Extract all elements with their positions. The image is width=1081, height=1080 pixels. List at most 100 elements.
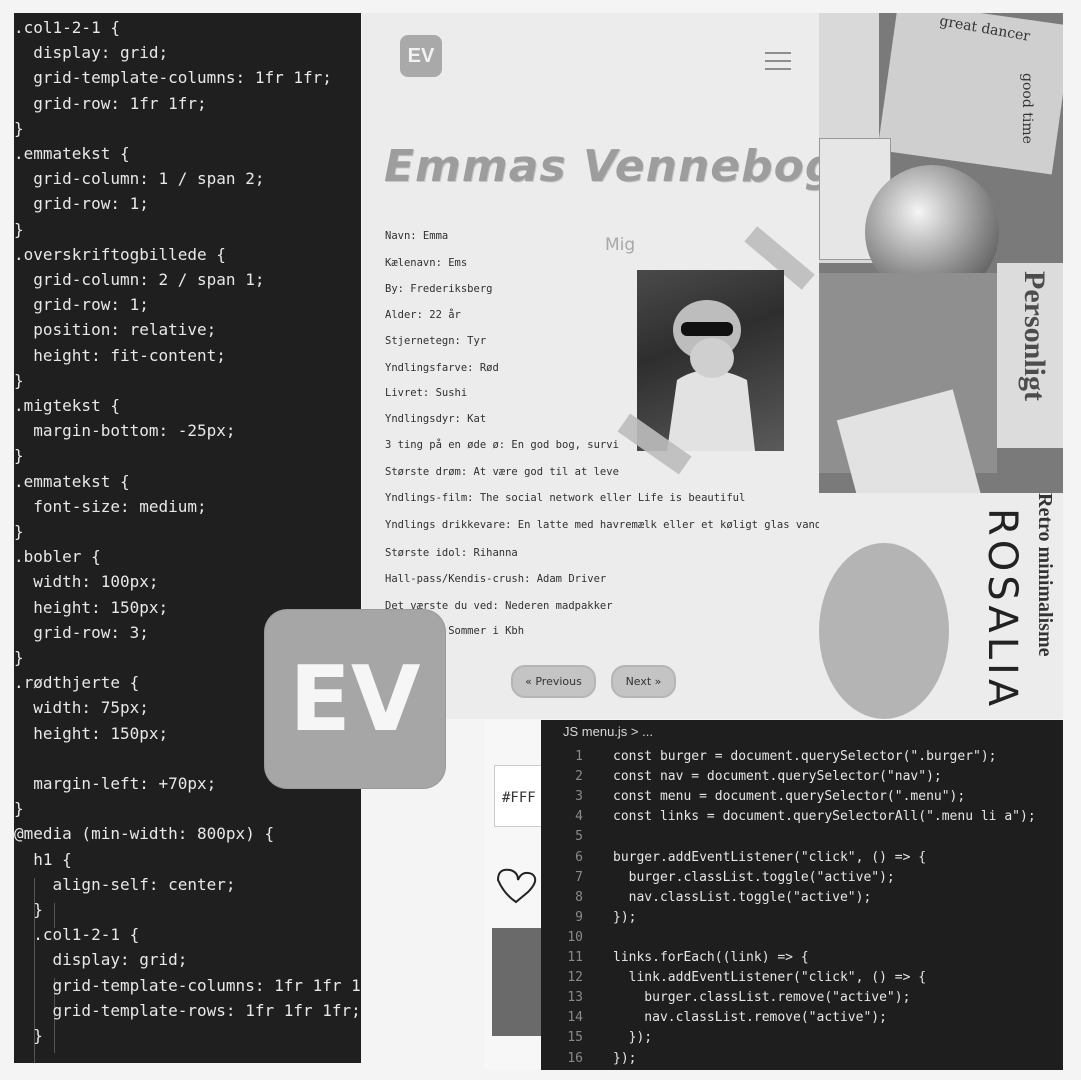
- personligt-label: Personligt: [1018, 271, 1051, 401]
- profile-field: Alder: 22 år: [385, 309, 461, 321]
- js-code-line[interactable]: 10: [541, 928, 613, 948]
- rosalia-text: ROSALIA: [979, 508, 1025, 711]
- css-code-line[interactable]: display: grid;: [14, 947, 188, 972]
- line-number: 11: [567, 950, 583, 965]
- css-code-line[interactable]: height: 150px;: [14, 721, 168, 746]
- css-code-line[interactable]: .col1-2-1 {: [14, 922, 139, 947]
- css-code-line[interactable]: height: fit-content;: [14, 343, 226, 368]
- line-number: 6: [575, 849, 583, 865]
- css-code-line[interactable]: font-size: medium;: [14, 494, 206, 519]
- burger-menu-icon[interactable]: [765, 52, 791, 72]
- js-code-line[interactable]: 3 const menu = document.querySelector(".m…: [541, 787, 965, 807]
- css-editor-panel: .col1-2-1 { display: grid; grid-template…: [14, 13, 361, 1063]
- css-code-line[interactable]: grid-column: 2 / span 1;: [14, 267, 264, 292]
- code-text: const burger = document.querySelector(".…: [613, 749, 997, 764]
- css-code-line[interactable]: @media (min-width: 800px) {: [14, 821, 274, 846]
- profile-field: Yndlingsdyr: Kat: [385, 413, 487, 425]
- js-code-line[interactable]: 12 link.addEventListener("click", () => …: [541, 968, 926, 988]
- css-code-line[interactable]: grid-row: 1;: [14, 191, 149, 216]
- css-code-line[interactable]: grid-column: 1 / span 2;: [14, 166, 264, 191]
- css-code-line[interactable]: align-self: center;: [14, 872, 236, 897]
- js-code-line[interactable]: 7 burger.classList.toggle("active");: [541, 868, 895, 888]
- css-code-line[interactable]: grid-template-columns: 1fr 1fr 1fr 1fr;: [14, 973, 361, 998]
- css-code-line[interactable]: .bobler {: [14, 544, 101, 569]
- css-code-line[interactable]: }: [14, 897, 43, 922]
- mig-label: Mig: [605, 235, 636, 255]
- css-code-line[interactable]: }: [14, 1023, 43, 1048]
- css-code-line[interactable]: width: 75px;: [14, 695, 149, 720]
- site-logo[interactable]: EV: [400, 35, 442, 77]
- profile-field: Livret: Sushi: [385, 387, 468, 399]
- css-code-line[interactable]: }: [14, 645, 24, 670]
- css-code-line[interactable]: position: relative;: [14, 317, 216, 342]
- js-code-line[interactable]: 15 });: [541, 1028, 652, 1048]
- css-code-line[interactable]: grid-row: 1;: [14, 292, 149, 317]
- next-button[interactable]: Next »: [611, 665, 676, 698]
- js-code-line[interactable]: 13 burger.classList.remove("active");: [541, 988, 910, 1008]
- heart-doodle-icon: [496, 868, 537, 904]
- good-times-text: good time: [1019, 73, 1035, 144]
- hex-value: #FFF: [502, 790, 536, 806]
- retro-minimalisme-label: Retro minimalisme: [1034, 493, 1056, 657]
- css-code-line[interactable]: grid-row: 1fr 1fr;: [14, 91, 206, 116]
- code-text: burger.addEventListener("click", () => {: [613, 849, 927, 865]
- profile-field: Hall-pass/Kendis-crush: Adam Driver: [385, 573, 607, 585]
- profile-field: Stjernetegn: Tyr: [385, 335, 487, 347]
- file-breadcrumb[interactable]: JS menu.js > ...: [563, 724, 653, 739]
- profile-field: Yndlings-film: The social network eller …: [385, 492, 746, 504]
- profile-field: Navn: Emma: [385, 230, 449, 242]
- css-code-line[interactable]: grid-row: 3;: [14, 620, 149, 645]
- css-code-line[interactable]: .rødthjerte {: [14, 670, 139, 695]
- code-text: });: [613, 1050, 637, 1066]
- css-code-line[interactable]: height: 150px;: [14, 595, 168, 620]
- profile-field: Største drøm: At være god til at leve: [385, 466, 619, 478]
- line-number: 15: [567, 1030, 583, 1046]
- line-number: 3: [575, 789, 583, 805]
- line-number: 8: [575, 889, 583, 905]
- line-number: 9: [575, 909, 583, 925]
- profile-field: Yndlings drikkevare: En latte med havrem…: [385, 519, 819, 531]
- js-code-line[interactable]: 8 nav.classList.toggle("active");: [541, 888, 871, 908]
- css-code-line[interactable]: .overskriftogbillede {: [14, 242, 226, 267]
- css-code-line[interactable]: }: [14, 796, 24, 821]
- js-code-line[interactable]: 5: [541, 827, 613, 847]
- code-text: burger.classList.remove("active");: [613, 990, 911, 1006]
- js-code-line[interactable]: 14 nav.classList.remove("active");: [541, 1008, 887, 1028]
- css-code-line[interactable]: }: [14, 519, 24, 544]
- js-code-line[interactable]: 9});: [541, 908, 636, 928]
- css-code-line[interactable]: .col1-2-1 {: [14, 15, 120, 40]
- js-code-line[interactable]: 6 burger.addEventListener("click", () => …: [541, 848, 926, 868]
- css-code-line[interactable]: display: grid;: [14, 40, 168, 65]
- css-code-line[interactable]: .emmatekst {: [14, 469, 130, 494]
- js-code-line[interactable]: 2 const nav = document.querySelector("nav…: [541, 767, 942, 787]
- js-code-line[interactable]: 1 const burger = document.querySelector("…: [541, 747, 997, 767]
- css-code-line[interactable]: margin-left: +70px;: [14, 771, 216, 796]
- css-code-line[interactable]: }: [14, 443, 24, 468]
- css-code-line[interactable]: h1 {: [14, 847, 72, 872]
- css-code-line[interactable]: .migtekst {: [14, 393, 120, 418]
- css-code-line[interactable]: }: [14, 217, 24, 242]
- css-code-line[interactable]: grid-template-rows: 1fr 1fr 1fr;: [14, 998, 361, 1023]
- js-code-line[interactable]: 4 const links = document.querySelectorAll…: [541, 807, 1035, 827]
- css-code-line[interactable]: margin-bottom: -25px;: [14, 418, 235, 443]
- css-code-line[interactable]: }: [14, 116, 24, 141]
- css-code-line[interactable]: .emmatekst {: [14, 141, 130, 166]
- moodboard-collage: great dancer good time Personligt ROSALI…: [819, 13, 1063, 719]
- previous-button[interactable]: « Previous: [511, 665, 596, 698]
- color-swatch-fragment: #FFF: [484, 720, 541, 1070]
- css-code-line[interactable]: grid-template-columns: 1fr 1fr;: [14, 65, 332, 90]
- profile-field: 3 ting på en øde ø: En god bog, survi: [385, 439, 619, 451]
- line-number: 4: [575, 809, 583, 825]
- css-code-line[interactable]: width: 100px;: [14, 569, 158, 594]
- line-number: 10: [567, 929, 583, 945]
- line-number: 12: [567, 970, 583, 986]
- css-code-line[interactable]: }: [14, 368, 24, 393]
- js-code-line[interactable]: 16});: [541, 1049, 636, 1069]
- profile-field: Største idol: Rihanna: [385, 547, 518, 559]
- profile-photo: [637, 270, 784, 451]
- code-text: });: [613, 1030, 653, 1046]
- line-number: 16: [567, 1050, 583, 1066]
- profile-field: Kælenavn: Ems: [385, 257, 468, 269]
- page-title: Emmas Vennebog: [384, 141, 819, 192]
- js-code-line[interactable]: 11 links.forEach((link) => {: [541, 948, 808, 968]
